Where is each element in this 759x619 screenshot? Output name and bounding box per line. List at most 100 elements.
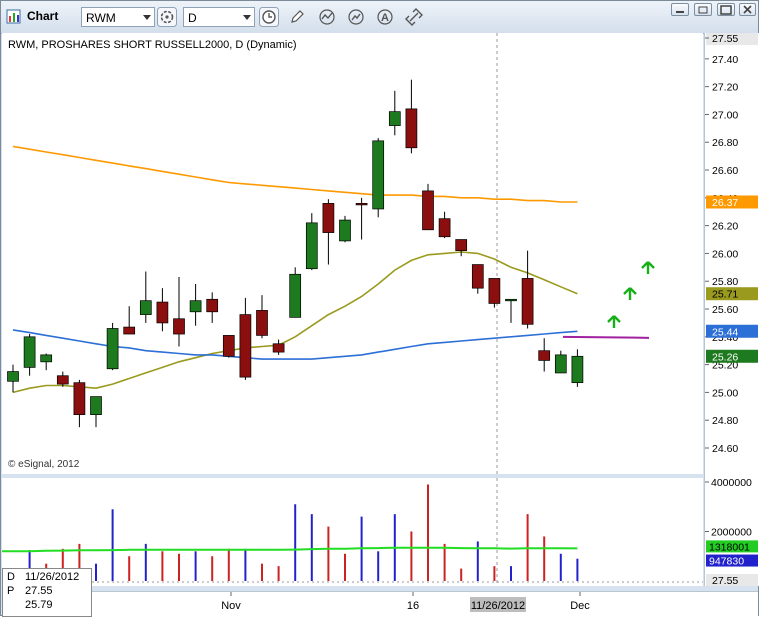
link-icon[interactable]: [404, 7, 424, 27]
candle-body: [289, 273, 302, 318]
clock-icon[interactable]: [259, 7, 279, 27]
price-tick-label: 27.55: [712, 33, 738, 45]
price-tick-label: 26.20: [712, 221, 738, 233]
candle-body: [521, 278, 534, 325]
candle-body: [106, 328, 119, 370]
maximize-icon: [720, 5, 732, 15]
candle-body: [471, 264, 484, 289]
candle-body: [372, 140, 385, 210]
candle-body: [206, 298, 219, 313]
chart-window: Chart RWM D A RWM, PROSHARES SHORT RUSSE…: [0, 0, 759, 617]
close-button[interactable]: [739, 3, 756, 16]
line-tool-icon[interactable]: [317, 7, 337, 27]
candle-body: [123, 326, 136, 335]
candle-body: [90, 396, 102, 415]
price-tick-label: 24.80: [712, 415, 738, 427]
volume-average-line: [2, 546, 578, 553]
info-key: P: [7, 585, 15, 597]
price-tick-label: 27.40: [712, 54, 738, 66]
info-date: 11/26/2012: [25, 571, 80, 583]
candle-body: [388, 111, 401, 126]
candle-body: [488, 278, 501, 304]
candle-body: [355, 203, 368, 206]
volume-tag-label: 1318001: [709, 541, 750, 553]
price-chart[interactable]: RWM, PROSHARES SHORT RUSSELL2000, D (Dyn…: [2, 33, 703, 474]
candle-body: [222, 335, 235, 357]
candle-body: [239, 314, 252, 378]
candle-body: [554, 354, 567, 374]
time-tick-label: 16: [407, 600, 419, 612]
candle-body: [422, 190, 434, 231]
window-title: Chart: [27, 9, 59, 23]
study-icon[interactable]: [346, 7, 366, 27]
chevron-down-icon[interactable]: [143, 15, 151, 20]
price-tick-label: 25.60: [712, 304, 738, 316]
time-tick-label: Dec: [570, 600, 590, 612]
price-tick-label: 25.80: [712, 276, 738, 288]
symbol-combobox[interactable]: RWM: [81, 7, 155, 27]
time-cursor-label: 11/26/2012: [471, 600, 525, 612]
chart-title: RWM, PROSHARES SHORT RUSSELL2000, D (Dyn…: [8, 39, 297, 51]
sma-orange-line: [12, 145, 578, 203]
chart-app-icon: [6, 9, 21, 24]
price-tick-label: 26.60: [712, 165, 738, 177]
candle-body: [40, 354, 53, 363]
candle-body: [322, 203, 335, 233]
volume-tag-label: 947830: [709, 556, 744, 568]
candle-body: [189, 300, 202, 313]
interval-combobox[interactable]: D: [183, 7, 255, 27]
info-price: 27.55: [25, 585, 53, 597]
price-pane[interactable]: RWM, PROSHARES SHORT RUSSELL2000, D (Dyn…: [2, 33, 703, 474]
candle-body: [571, 355, 584, 384]
candle-body: [305, 222, 318, 270]
cursor-info-panel: D 11/26/2012 P 27.55 25.79: [2, 568, 92, 617]
candle-body: [7, 371, 19, 382]
volume-pane[interactable]: [2, 478, 703, 586]
pencil-icon[interactable]: [287, 7, 307, 27]
up-arrow-icon: [607, 315, 621, 328]
price-axis-labels: 27.5527.4027.2027.0026.8026.6026.4026.20…: [705, 32, 758, 587]
interval-value: D: [188, 11, 197, 25]
close-icon: [743, 5, 752, 14]
time-tick-label: Nov: [221, 600, 241, 612]
time-axis[interactable]: Nov 16 11/26/2012 Dec: [2, 591, 758, 616]
candle-body: [455, 239, 468, 251]
price-tick-label: 25.00: [712, 387, 738, 399]
candle-body: [56, 375, 69, 385]
price-tick-label: 27.20: [712, 82, 738, 94]
candle-body: [272, 343, 285, 353]
chevron-down-icon[interactable]: [243, 15, 251, 20]
svg-text:A: A: [381, 12, 389, 24]
volume-chart[interactable]: [2, 478, 703, 586]
time-axis-labels: Nov 16 11/26/2012 Dec: [221, 592, 590, 612]
candle-body: [173, 318, 185, 335]
title-bar: Chart RWM D A: [1, 1, 758, 34]
copyright-label: © eSignal, 2012: [8, 459, 80, 470]
sma-blue-line: [12, 329, 578, 360]
restore-icon: [698, 6, 708, 14]
price-tick-label: 24.60: [712, 443, 738, 455]
candle-body: [156, 301, 169, 324]
volume-tick-label: 2000000: [711, 527, 752, 539]
price-tick-label: 27.00: [712, 109, 738, 121]
candle-body: [538, 350, 551, 361]
maximize-button[interactable]: [717, 3, 735, 16]
candle-body: [73, 382, 86, 415]
candle-body: [505, 298, 517, 302]
candle-body: [405, 108, 418, 149]
price-tick-label: 26.00: [712, 248, 738, 260]
symbol-value: RWM: [86, 11, 116, 25]
price-axis[interactable]: 27.5527.4027.2027.0026.8026.6026.4026.20…: [704, 32, 759, 587]
volume-tick-label: 4000000: [711, 477, 752, 489]
candle-body: [438, 218, 451, 238]
alert-icon[interactable]: A: [375, 7, 395, 27]
candle-body: [339, 219, 351, 242]
refresh-symbol-icon[interactable]: [157, 7, 177, 27]
candle-body: [23, 336, 36, 368]
price-tag-label: 25.26: [712, 351, 738, 363]
volume-bottom-label: 27.55: [712, 575, 738, 586]
minimize-button[interactable]: [671, 3, 689, 16]
up-arrow-icon: [641, 261, 655, 274]
price-tag-label: 26.37: [712, 197, 738, 209]
restore-button[interactable]: [694, 3, 712, 16]
